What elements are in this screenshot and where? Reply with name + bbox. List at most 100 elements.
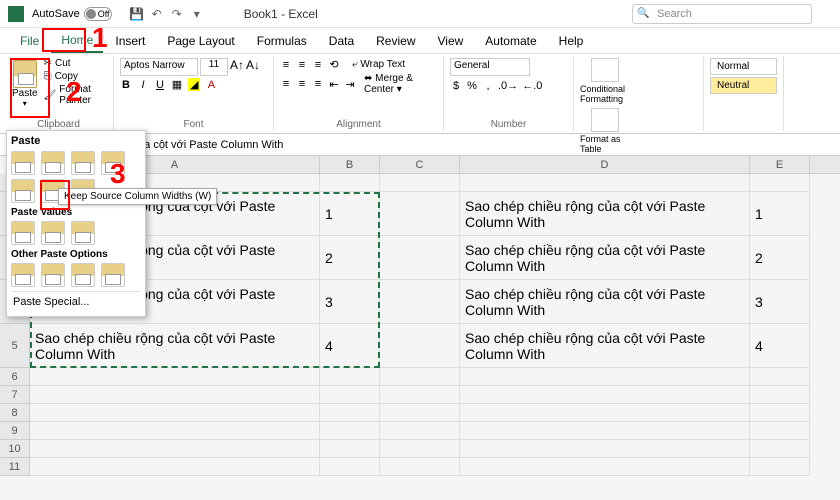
format-as-table-button[interactable]: Format as Table bbox=[580, 108, 630, 154]
excel-app-icon bbox=[8, 6, 24, 22]
comma-icon[interactable]: , bbox=[482, 80, 494, 92]
row-header-10[interactable]: 10 bbox=[0, 440, 29, 458]
tooltip-column-widths: Keep Source Column Widths (W) bbox=[58, 188, 217, 205]
scissors-icon: ✂ bbox=[44, 58, 52, 69]
paste-values[interactable] bbox=[11, 221, 35, 245]
cell-d2[interactable]: Sao chép chiều rộng của cột với Paste Co… bbox=[460, 192, 750, 235]
style-neutral[interactable]: Neutral bbox=[710, 77, 777, 94]
font-size-select[interactable]: 11 bbox=[200, 58, 228, 76]
tab-help[interactable]: Help bbox=[549, 30, 594, 52]
cell-e3[interactable]: 2 bbox=[750, 236, 810, 279]
cell-b4[interactable]: 3 bbox=[320, 280, 380, 323]
align-mid-icon[interactable]: ≡ bbox=[296, 59, 308, 71]
italic-button[interactable]: I bbox=[137, 79, 149, 91]
number-group-label: Number bbox=[444, 119, 573, 130]
increase-font-icon[interactable]: A↑ bbox=[230, 58, 244, 76]
alignment-group-label: Alignment bbox=[274, 119, 443, 130]
font-group-label: Font bbox=[114, 119, 273, 130]
cell-e4[interactable]: 3 bbox=[750, 280, 810, 323]
bold-button[interactable]: B bbox=[120, 79, 132, 91]
tab-automate[interactable]: Automate bbox=[475, 30, 546, 52]
cell-b5[interactable]: 4 bbox=[320, 324, 380, 367]
col-header-c[interactable]: C bbox=[380, 156, 460, 173]
percent-icon[interactable]: % bbox=[466, 80, 478, 92]
paste-option-no-border[interactable] bbox=[11, 179, 35, 203]
align-top-icon[interactable]: ≡ bbox=[280, 59, 292, 71]
paste-option-all[interactable] bbox=[11, 151, 35, 175]
cell-e5[interactable]: 4 bbox=[750, 324, 810, 367]
number-format-select[interactable]: General bbox=[450, 58, 530, 76]
orientation-icon[interactable]: ⟲ bbox=[328, 58, 340, 71]
table-icon bbox=[591, 108, 619, 132]
merge-center-button[interactable]: ⬌ Merge & Center ▾ bbox=[364, 73, 437, 95]
tab-formulas[interactable]: Formulas bbox=[247, 30, 317, 52]
col-header-d[interactable]: D bbox=[460, 156, 750, 173]
col-header-b[interactable]: B bbox=[320, 156, 380, 173]
paste-linked-picture[interactable] bbox=[101, 263, 125, 287]
border-button[interactable]: ▦ bbox=[171, 78, 183, 91]
paste-values-format[interactable] bbox=[41, 221, 65, 245]
other-paste-section: Other Paste Options bbox=[11, 249, 141, 260]
chevron-down-icon[interactable]: ▾ bbox=[23, 99, 27, 108]
redo-icon[interactable]: ↷ bbox=[170, 7, 184, 21]
row-header-11[interactable]: 11 bbox=[0, 458, 29, 476]
row-header-6[interactable]: 6 bbox=[0, 368, 29, 386]
col-header-e[interactable]: E bbox=[750, 156, 810, 173]
undo-icon[interactable]: ↶ bbox=[150, 7, 164, 21]
cut-button[interactable]: ✂Cut bbox=[44, 58, 107, 69]
paste-icon bbox=[13, 60, 37, 88]
paste-option-formulas-format[interactable] bbox=[71, 151, 95, 175]
underline-button[interactable]: U bbox=[154, 79, 166, 91]
row-header-9[interactable]: 9 bbox=[0, 422, 29, 440]
wrap-text-button[interactable]: ⤶ Wrap Text bbox=[352, 59, 405, 70]
paste-link[interactable] bbox=[41, 263, 65, 287]
qat-dropdown-icon[interactable]: ▾ bbox=[190, 7, 204, 21]
clipboard-group-label: Clipboard bbox=[4, 119, 113, 130]
paste-button[interactable]: Paste ▾ bbox=[10, 58, 40, 110]
font-family-select[interactable]: Aptos Narrow bbox=[120, 58, 198, 76]
align-center-icon[interactable]: ≡ bbox=[296, 78, 308, 90]
row-header-7[interactable]: 7 bbox=[0, 386, 29, 404]
tab-insert[interactable]: Insert bbox=[105, 30, 155, 52]
autosave-toggle[interactable]: AutoSave Off bbox=[32, 7, 112, 21]
paste-values-source[interactable] bbox=[71, 221, 95, 245]
save-icon[interactable]: 💾 bbox=[130, 7, 144, 21]
cell-d5[interactable]: Sao chép chiều rộng của cột với Paste Co… bbox=[460, 324, 750, 367]
tab-data[interactable]: Data bbox=[319, 30, 364, 52]
conditional-formatting-button[interactable]: Conditional Formatting bbox=[580, 58, 630, 104]
inc-decimal-icon[interactable]: .0→ bbox=[498, 80, 518, 92]
cell-e2[interactable]: 1 bbox=[750, 192, 810, 235]
search-input[interactable]: Search bbox=[632, 4, 812, 24]
align-left-icon[interactable]: ≡ bbox=[280, 78, 292, 90]
tab-file[interactable]: File bbox=[10, 30, 49, 52]
row-header-5[interactable]: 5 bbox=[0, 324, 29, 368]
annotation-callout-2: 2 bbox=[66, 76, 82, 108]
tab-review[interactable]: Review bbox=[366, 30, 425, 52]
cell-b2[interactable]: 1 bbox=[320, 192, 380, 235]
indent-dec-icon[interactable]: ⇤ bbox=[328, 78, 340, 91]
font-color-button[interactable]: A bbox=[205, 79, 217, 91]
cell-b3[interactable]: 2 bbox=[320, 236, 380, 279]
align-right-icon[interactable]: ≡ bbox=[312, 78, 324, 90]
paste-dropdown-title: Paste bbox=[11, 135, 141, 147]
annotation-callout-1: 1 bbox=[92, 22, 108, 54]
paste-values-section: Paste Values bbox=[11, 207, 141, 218]
row-header-8[interactable]: 8 bbox=[0, 404, 29, 422]
decrease-font-icon[interactable]: A↓ bbox=[246, 58, 260, 76]
style-normal[interactable]: Normal bbox=[710, 58, 777, 75]
cell-d3[interactable]: Sao chép chiều rộng của cột với Paste Co… bbox=[460, 236, 750, 279]
paste-formatting[interactable] bbox=[11, 263, 35, 287]
dec-decimal-icon[interactable]: ←.0 bbox=[522, 80, 542, 92]
paste-option-formulas[interactable] bbox=[41, 151, 65, 175]
cell-a5[interactable]: Sao chép chiều rộng của cột với Paste Co… bbox=[30, 324, 320, 367]
paste-special-button[interactable]: Paste Special... bbox=[11, 291, 141, 312]
fill-color-button[interactable]: ◢ bbox=[188, 78, 200, 91]
align-bot-icon[interactable]: ≡ bbox=[312, 59, 324, 71]
tab-view[interactable]: View bbox=[428, 30, 474, 52]
indent-inc-icon[interactable]: ⇥ bbox=[344, 78, 356, 91]
cell-d4[interactable]: Sao chép chiều rộng của cột với Paste Co… bbox=[460, 280, 750, 323]
paste-picture[interactable] bbox=[71, 263, 95, 287]
document-title: Book1 - Excel bbox=[244, 7, 318, 21]
currency-icon[interactable]: $ bbox=[450, 80, 462, 92]
tab-page-layout[interactable]: Page Layout bbox=[157, 30, 244, 52]
